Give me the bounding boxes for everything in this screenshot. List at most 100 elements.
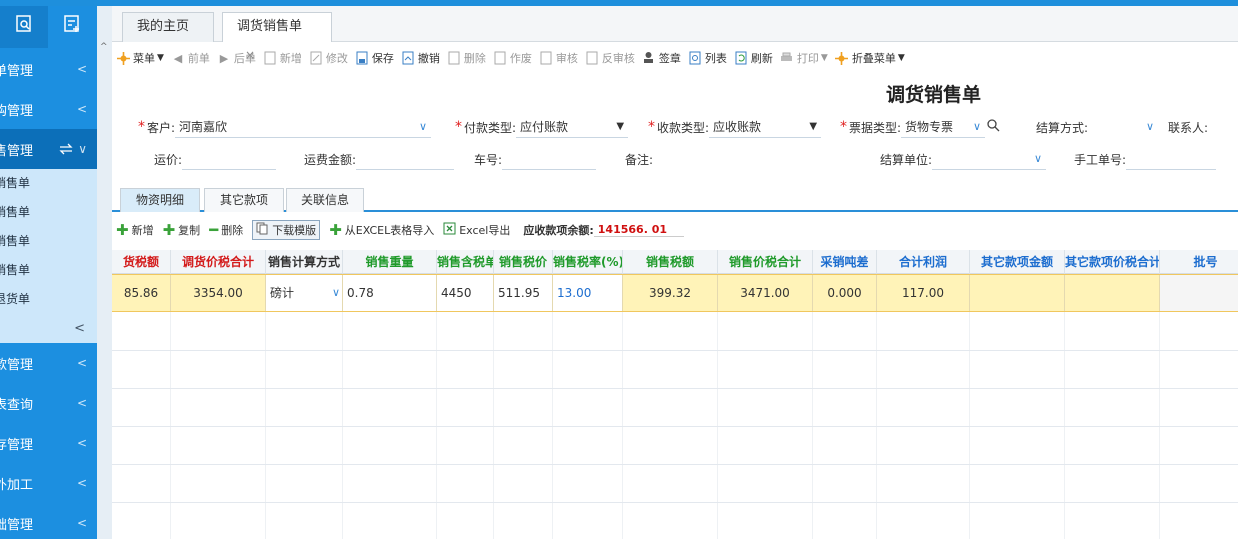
tab-related-info[interactable]: 关联信息 bbox=[286, 188, 364, 212]
table-cell[interactable]: 0.78 bbox=[343, 275, 437, 311]
table-cell[interactable] bbox=[970, 275, 1065, 311]
column-header[interactable]: 销售税价 bbox=[494, 250, 553, 274]
save-button[interactable]: 保存 bbox=[355, 50, 394, 66]
invoice-type-select[interactable]: 货物专票 ∨ bbox=[901, 116, 986, 138]
table-cell[interactable]: 4450 bbox=[437, 275, 494, 311]
sidebar-item-2[interactable]: 款管理 < bbox=[0, 343, 97, 383]
manual-no-input[interactable] bbox=[1126, 148, 1217, 170]
table-cell[interactable]: 13.00 bbox=[553, 275, 623, 311]
column-header[interactable]: 其它款项金额 bbox=[970, 250, 1065, 274]
tab-home[interactable]: 我的主页 bbox=[122, 12, 214, 42]
scroll-up-icon[interactable]: ^ bbox=[100, 42, 108, 52]
receive-type-select[interactable]: 应收账款 ▼ bbox=[709, 116, 822, 138]
void-button[interactable]: 作废 bbox=[493, 50, 532, 66]
calc-method-select[interactable]: 磅计 ∨ bbox=[266, 275, 343, 311]
sidebar-subitem-1[interactable]: 销售单 bbox=[0, 198, 97, 227]
sidebar-item-sales[interactable]: 售管理 ∨ bbox=[0, 129, 97, 169]
list-icon bbox=[688, 51, 702, 65]
column-header[interactable]: 合计利润 bbox=[877, 250, 970, 274]
menu-button[interactable]: 菜单 ▼ bbox=[116, 50, 164, 66]
doc-add-icon bbox=[263, 51, 277, 65]
menu-icon bbox=[116, 51, 130, 65]
table-cell[interactable]: 0.000 bbox=[813, 275, 877, 311]
contact-input[interactable] bbox=[1208, 116, 1238, 138]
sidebar-item-3[interactable]: 表查询 < bbox=[0, 383, 97, 423]
prev-button[interactable]: ◀ 前单 bbox=[171, 50, 210, 66]
sign-button[interactable]: 签章 bbox=[642, 50, 681, 66]
car-no-input[interactable] bbox=[502, 148, 597, 170]
new-doc-button[interactable] bbox=[48, 0, 96, 48]
sidebar-item-4[interactable]: 存管理 < bbox=[0, 423, 97, 463]
column-header[interactable]: 其它款项价税合计 bbox=[1065, 250, 1160, 274]
search-doc-button[interactable] bbox=[0, 0, 48, 48]
column-header[interactable]: 采销吨差 bbox=[813, 250, 877, 274]
fold-menu-button[interactable]: 折叠菜单 ▼ bbox=[835, 50, 905, 66]
unaudit-button[interactable]: 反审核 bbox=[585, 50, 635, 66]
table-cell[interactable]: 3354.00 bbox=[171, 275, 266, 311]
table-cell[interactable] bbox=[1160, 275, 1238, 311]
sidebar-subitem-4[interactable]: 退货单 bbox=[0, 285, 97, 314]
column-header[interactable]: 销售税率(%) bbox=[553, 250, 623, 274]
pay-type-select[interactable]: 应付账款 ▼ bbox=[516, 116, 629, 138]
table-row[interactable]: 85.86 3354.00 磅计 ∨ 0.78 4450 511.95 13.00 399.32… bbox=[112, 274, 1238, 312]
export-excel-button[interactable]: Excel导出 bbox=[443, 222, 510, 238]
table-cell[interactable]: 117.00 bbox=[877, 275, 970, 311]
search-icon[interactable] bbox=[987, 119, 1000, 135]
remark-input[interactable] bbox=[653, 148, 853, 170]
sidebar-item-5[interactable]: 外加工 < bbox=[0, 463, 97, 503]
tab-material-detail[interactable]: 物资明细 bbox=[120, 188, 200, 212]
print-button[interactable]: 打印 ▼ bbox=[780, 50, 828, 66]
table-cell[interactable]: 85.86 bbox=[112, 275, 171, 311]
settle-unit-select[interactable]: ∨ bbox=[932, 148, 1047, 170]
column-header[interactable]: 销售计算方式 bbox=[266, 250, 343, 274]
table-cell[interactable]: 399.32 bbox=[623, 275, 718, 311]
sidebar-subitem-3[interactable]: 销售单 bbox=[0, 256, 97, 285]
table-cell[interactable]: 3471.00 bbox=[718, 275, 813, 311]
chevron-down-icon: ∨ bbox=[78, 142, 87, 156]
chevron-left-icon: < bbox=[76, 516, 87, 530]
import-excel-button[interactable]: ✚ 从EXCEL表格导入 bbox=[329, 222, 434, 238]
download-template-button[interactable]: 下载模版 bbox=[252, 220, 321, 240]
void-icon bbox=[493, 51, 507, 65]
scroll-gutter[interactable]: ^ bbox=[97, 6, 112, 539]
table-cell[interactable] bbox=[1065, 275, 1160, 311]
tab-transfer-sales[interactable]: 调货销售单× bbox=[222, 12, 332, 62]
column-header[interactable]: 货税额 bbox=[112, 250, 171, 274]
edit-button[interactable]: 修改 bbox=[309, 50, 348, 66]
column-header[interactable]: 批号 bbox=[1160, 250, 1238, 274]
column-header[interactable]: 销售重量 bbox=[343, 250, 437, 274]
list-button[interactable]: 列表 bbox=[688, 50, 727, 66]
sidebar-subitem-0[interactable]: 销售单 bbox=[0, 169, 97, 198]
detail-add-button[interactable]: ✚ 新增 bbox=[116, 222, 154, 238]
revoke-button[interactable]: 撤销 bbox=[401, 50, 440, 66]
chevron-down-icon: ∨ bbox=[418, 120, 428, 133]
freight-input[interactable] bbox=[182, 148, 277, 170]
doc-edit-icon bbox=[309, 51, 323, 65]
detail-toolbar: ✚ 新增 ✚ 复制 ━ 删除 下载模版 ✚ 从EXCEL表格导入 Excel导出 应收款… bbox=[112, 218, 1238, 242]
chevron-down-icon: ∨ bbox=[331, 286, 340, 299]
freight-amount-input[interactable] bbox=[356, 148, 455, 170]
sidebar-subitem-2[interactable]: 销售单 bbox=[0, 227, 97, 256]
next-button[interactable]: ▶ 后单 bbox=[217, 50, 256, 66]
settle-method-select[interactable]: ∨ bbox=[1088, 116, 1158, 138]
refresh-button[interactable]: 刷新 bbox=[734, 50, 773, 66]
column-header[interactable]: 销售税额 bbox=[623, 250, 718, 274]
unaudit-icon bbox=[585, 51, 599, 65]
audit-button[interactable]: 审核 bbox=[539, 50, 578, 66]
sidebar-item-0[interactable]: 单管理 < bbox=[0, 49, 97, 89]
add-button[interactable]: 新增 bbox=[263, 50, 302, 66]
column-header[interactable]: 销售价税合计 bbox=[718, 250, 813, 274]
tab-other-items[interactable]: 其它款项 bbox=[204, 188, 284, 212]
detail-copy-button[interactable]: ✚ 复制 bbox=[163, 222, 201, 238]
customer-select[interactable]: 河南嘉欣 ∨ bbox=[175, 116, 432, 138]
delete-button[interactable]: 删除 bbox=[447, 50, 486, 66]
detail-delete-button[interactable]: ━ 删除 bbox=[209, 222, 243, 238]
sidebar-item-6[interactable]: 础管理 < bbox=[0, 503, 97, 539]
chevron-left-icon: < bbox=[76, 102, 87, 116]
column-header[interactable]: 调货价税合计 bbox=[171, 250, 266, 274]
column-header[interactable]: 销售含税单 bbox=[437, 250, 494, 274]
collapse-submenu-button[interactable]: < bbox=[0, 314, 97, 343]
empty-row-line bbox=[112, 502, 1238, 503]
sidebar-item-1[interactable]: 购管理 < bbox=[0, 89, 97, 129]
table-cell[interactable]: 511.95 bbox=[494, 275, 553, 311]
